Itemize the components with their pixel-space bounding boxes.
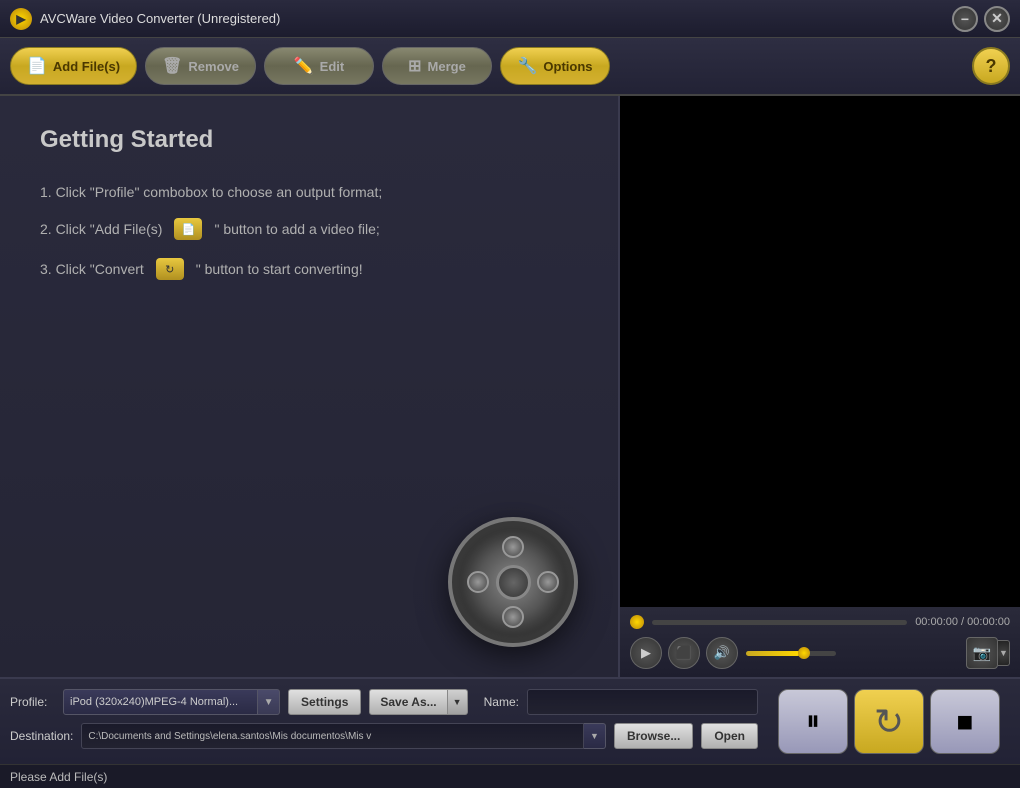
profile-row: Profile: iPod (320x240)MPEG-4 Normal)...… <box>10 689 758 715</box>
pause-icon: ⏸ <box>806 705 820 738</box>
screenshot-button[interactable]: 📷 <box>966 637 998 669</box>
volume-track[interactable] <box>746 651 836 656</box>
video-preview-panel: 00:00:00 / 00:00:00 ▶ ⬛ 🔊 📷 ▼ <box>620 96 1020 677</box>
destination-row: Destination: C:\Documents and Settings\e… <box>10 723 758 749</box>
settings-button[interactable]: Settings <box>288 689 361 715</box>
destination-dropdown[interactable]: ▼ <box>584 723 606 749</box>
status-bar: Please Add File(s) <box>0 764 1020 788</box>
app-title: AVCWare Video Converter (Unregistered) <box>40 11 946 26</box>
playback-controls: ▶ ⬛ 🔊 📷 ▼ <box>630 637 1010 669</box>
edit-icon: ✏️ <box>294 56 314 76</box>
destination-path: C:\Documents and Settings\elena.santos\M… <box>81 723 584 749</box>
video-controls: 00:00:00 / 00:00:00 ▶ ⬛ 🔊 📷 ▼ <box>620 607 1020 677</box>
merge-icon: ⊞ <box>408 56 421 76</box>
progress-handle[interactable] <box>630 615 644 629</box>
screenshot-dropdown[interactable]: ▼ <box>998 640 1010 666</box>
profile-section: Profile: iPod (320x240)MPEG-4 Normal)...… <box>10 689 758 754</box>
profile-select-container: iPod (320x240)MPEG-4 Normal)... ▼ <box>63 689 280 715</box>
browse-button[interactable]: Browse... <box>614 723 693 749</box>
remove-button[interactable]: 🗑 Remove <box>145 47 256 85</box>
status-message: Please Add File(s) <box>10 770 107 784</box>
profile-select-arrow[interactable]: ▼ <box>258 689 280 715</box>
options-button[interactable]: 🔧 Options <box>500 47 610 85</box>
getting-started-title: Getting Started <box>40 126 578 154</box>
instruction-2: 2. Click "Add File(s) 📄 " button to add … <box>40 218 578 240</box>
minimize-button[interactable]: − <box>952 6 978 32</box>
add-files-icon: 📄 <box>27 56 47 76</box>
name-label: Name: <box>484 695 519 709</box>
film-reel-graphic <box>40 517 578 647</box>
name-input[interactable] <box>527 689 758 715</box>
destination-label: Destination: <box>10 729 73 743</box>
save-as-button[interactable]: Save As... <box>369 689 447 715</box>
stop-button[interactable]: ⬛ <box>668 637 700 669</box>
convert-icon: ↻ <box>874 701 904 743</box>
instruction-1: 1. Click "Profile" combobox to choose an… <box>40 184 578 200</box>
volume-fill <box>746 651 800 656</box>
progress-track[interactable] <box>652 620 907 625</box>
open-button[interactable]: Open <box>701 723 758 749</box>
action-buttons: ⏸ ↻ ■ <box>768 689 1010 754</box>
edit-button[interactable]: ✏️ Edit <box>264 47 374 85</box>
pause-button[interactable]: ⏸ <box>778 689 848 754</box>
profile-label: Profile: <box>10 695 55 709</box>
volume-button[interactable]: 🔊 <box>706 637 738 669</box>
progress-bar-container: 00:00:00 / 00:00:00 <box>630 615 1010 629</box>
save-as-dropdown[interactable]: ▼ <box>448 689 468 715</box>
title-bar: ▶ AVCWare Video Converter (Unregistered)… <box>0 0 1020 38</box>
reel <box>448 517 578 647</box>
stop-icon: ■ <box>957 706 974 738</box>
convert-button[interactable]: ↻ <box>854 689 924 754</box>
app-icon: ▶ <box>10 8 32 30</box>
profile-select[interactable]: iPod (320x240)MPEG-4 Normal)... <box>63 689 258 715</box>
help-button[interactable]: ? <box>972 47 1010 85</box>
instruction-3: 3. Click "Convert ↻ " button to start co… <box>40 258 578 280</box>
convert-inline-icon: ↻ <box>156 258 184 280</box>
time-display: 00:00:00 / 00:00:00 <box>915 616 1010 628</box>
stop-button[interactable]: ■ <box>930 689 1000 754</box>
volume-thumb <box>798 647 810 659</box>
close-button[interactable]: ✕ <box>984 6 1010 32</box>
bottom-section: Profile: iPod (320x240)MPEG-4 Normal)...… <box>0 677 1020 764</box>
merge-button[interactable]: ⊞ Merge <box>382 47 492 85</box>
destination-path-container: C:\Documents and Settings\elena.santos\M… <box>81 723 606 749</box>
reel-center <box>496 565 531 600</box>
toolbar: 📄 Add File(s) 🗑 Remove ✏️ Edit ⊞ Merge 🔧… <box>0 38 1020 96</box>
video-preview <box>620 96 1020 607</box>
remove-icon: 🗑 <box>162 56 182 76</box>
getting-started-panel: Getting Started 1. Click "Profile" combo… <box>0 96 620 677</box>
add-file-inline-icon: 📄 <box>174 218 202 240</box>
play-button[interactable]: ▶ <box>630 637 662 669</box>
add-files-button[interactable]: 📄 Add File(s) <box>10 47 137 85</box>
options-icon: 🔧 <box>517 56 537 76</box>
main-content: Getting Started 1. Click "Profile" combo… <box>0 96 1020 677</box>
